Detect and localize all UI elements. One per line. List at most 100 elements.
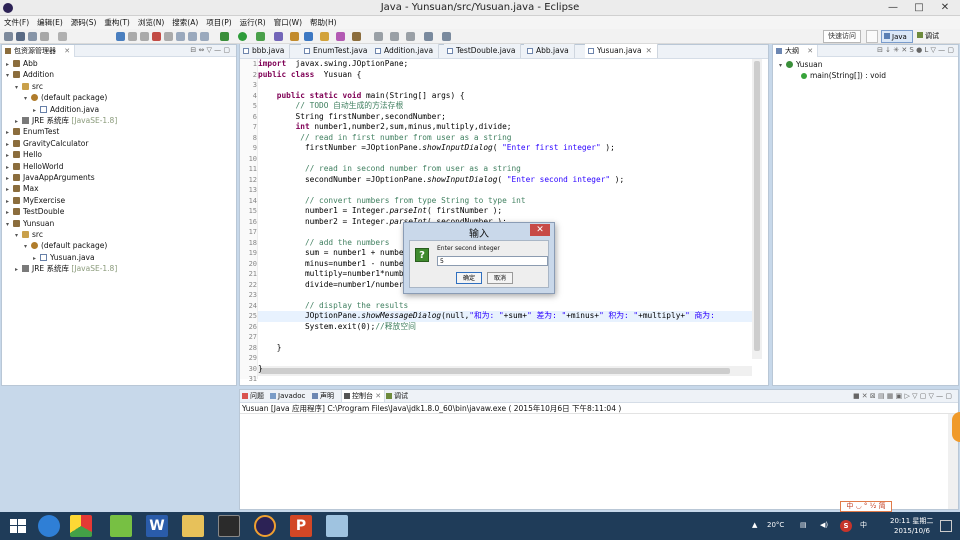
expand-toggle-icon[interactable]: ▾ (24, 241, 31, 252)
open-type-icon[interactable] (320, 32, 329, 41)
quick-access-field[interactable]: 快速访问 (823, 30, 861, 43)
tree-item[interactable]: ▸ HelloWorld (6, 161, 64, 172)
vertical-scrollbar[interactable] (752, 59, 762, 359)
perspective-debug[interactable]: 调试 (915, 30, 945, 43)
code-line[interactable]: firstNumber =JOptionPane.showInputDialog… (258, 143, 615, 154)
back-icon[interactable] (424, 32, 433, 41)
code-line[interactable]: multiply=number1*number2; (258, 269, 422, 280)
code-line[interactable]: String firstNumber,secondNumber; (258, 112, 446, 123)
tree-item[interactable]: ▸ Abb (6, 58, 38, 69)
tree-item[interactable]: ▾ (default package) (24, 240, 107, 251)
console-tab[interactable]: 调试 (384, 390, 411, 402)
view-menu-icons[interactable]: ⊟ ⇔ ▽ — ▢ (190, 46, 230, 54)
debug-icon[interactable] (220, 32, 229, 41)
search-icon[interactable] (352, 32, 361, 41)
expand-toggle-icon[interactable]: ▸ (15, 264, 22, 275)
tree-item[interactable]: ▸ JRE 系统库 [JavaSE-1.8] (15, 263, 117, 274)
new-java-project-icon[interactable] (274, 32, 283, 41)
ime-status-bar[interactable]: 中 ◡ ° ½ 简 (840, 501, 892, 512)
tree-item[interactable]: ▸ Addition.java (33, 104, 99, 115)
tab-package-explorer[interactable]: 包资源管理器 ✕ (2, 45, 76, 57)
tree-item[interactable]: ▾ Addition (6, 69, 54, 80)
expand-toggle-icon[interactable]: ▸ (6, 150, 13, 161)
tree-item[interactable]: ▸ EnumTest (6, 126, 59, 137)
code-line[interactable]: JOptionPane.showMessageDialog(null,"和为: … (258, 311, 752, 322)
tree-item[interactable]: ▸ Hello (6, 149, 42, 160)
ok-button[interactable]: 确定 (456, 272, 482, 284)
tree-item[interactable]: ▸ MyExercise (6, 195, 65, 206)
menu-navigate[interactable]: 浏览(N) (134, 16, 168, 29)
code-line[interactable]: public static void main(String[] args) { (258, 91, 465, 102)
tree-item[interactable]: ▸ Yusuan.java (33, 252, 95, 263)
horizontal-scrollbar[interactable] (258, 366, 752, 376)
tab-outline[interactable]: 大纲 ✕ (773, 45, 819, 57)
code-line[interactable]: secondNumber =JOptionPane.showInputDialo… (258, 175, 624, 186)
editor-tab[interactable]: Addition.java (372, 44, 440, 58)
weather-temp[interactable]: 20°C (767, 521, 784, 529)
editor-tab[interactable]: Yusuan.java ✕ (585, 44, 658, 58)
toggle-mark-icon[interactable] (374, 32, 383, 41)
expand-toggle-icon[interactable]: ▾ (15, 82, 22, 93)
outline-class[interactable]: ▾ Yusuan (779, 59, 822, 70)
editor-tab[interactable]: TestDouble.java (444, 44, 522, 58)
menu-search[interactable]: 搜索(A) (168, 16, 202, 29)
new-package-icon[interactable] (290, 32, 299, 41)
step-over-icon[interactable] (188, 32, 197, 41)
expand-toggle-icon[interactable]: ▸ (6, 139, 13, 150)
expand-toggle-icon[interactable]: ▸ (6, 127, 13, 138)
code-line[interactable]: // TODO 自动生成的方法存根 (258, 101, 404, 112)
close-tab-icon[interactable]: ✕ (646, 46, 652, 55)
expand-toggle-icon[interactable]: ▸ (6, 184, 13, 195)
file-explorer-icon[interactable] (182, 515, 204, 537)
tree-item[interactable]: ▾ src (15, 229, 43, 240)
save-all-icon[interactable] (28, 32, 37, 41)
menu-file[interactable]: 文件(F) (0, 16, 33, 29)
volume-icon[interactable]: ◀) (820, 521, 828, 529)
expand-toggle-icon[interactable]: ▸ (6, 207, 13, 218)
save-icon[interactable] (16, 32, 25, 41)
ime-icon[interactable]: 中 (860, 520, 867, 530)
notes-icon[interactable] (326, 515, 348, 537)
menu-project[interactable]: 项目(P) (202, 16, 235, 29)
code-line[interactable]: public class Yusuan { (258, 70, 361, 81)
code-line[interactable]: sum = number1 + number2; (258, 248, 418, 259)
code-line[interactable]: import javax.swing.JOptionPane; (258, 59, 408, 70)
sogou-icon[interactable]: S (840, 520, 852, 532)
expand-toggle-icon[interactable]: ▾ (24, 93, 31, 104)
clock-time[interactable]: 20:11 星期二 (890, 516, 933, 526)
tree-item[interactable]: ▸ JavaAppArguments (6, 172, 95, 183)
code-line[interactable]: } (258, 364, 263, 375)
step-into-icon[interactable] (176, 32, 185, 41)
dialog-input-field[interactable]: 5 (437, 256, 548, 266)
step-return-icon[interactable] (200, 32, 209, 41)
open-task-icon[interactable] (336, 32, 345, 41)
tree-item[interactable]: ▾ (default package) (24, 92, 107, 103)
eclipse-taskbar-icon[interactable] (254, 515, 276, 537)
code-line[interactable]: divide=number1/number2; (258, 280, 413, 291)
console-tab[interactable]: 控制台 ✕ (341, 390, 386, 402)
resume-icon[interactable] (128, 32, 137, 41)
expand-toggle-icon[interactable]: ▸ (33, 253, 40, 264)
expand-toggle-icon[interactable]: ▸ (33, 105, 40, 116)
code-line[interactable]: int number1,number2,sum,minus,multiply,d… (258, 122, 512, 133)
code-line[interactable]: // convert numbers from type String to t… (258, 196, 526, 207)
menu-edit[interactable]: 编辑(E) (33, 16, 67, 29)
terminal-icon[interactable] (218, 515, 240, 537)
editor-tab[interactable]: EnumTest.java (301, 44, 374, 58)
perspective-java[interactable]: Java (881, 30, 913, 43)
tray-arrow-icon[interactable]: ▲ (752, 521, 757, 529)
chrome-icon[interactable] (70, 515, 92, 537)
code-line[interactable]: number1 = Integer.parseInt( firstNumber … (258, 206, 502, 217)
expand-toggle-icon[interactable]: ▸ (6, 162, 13, 173)
skip-breakpoints-icon[interactable] (116, 32, 125, 41)
code-line[interactable]: } (258, 343, 282, 354)
print-icon[interactable] (40, 32, 49, 41)
console-toolbar-icons[interactable]: ■ ✕ ⊠ ▤ ▦ ▣ ▷ ▽ ▢ ▽ — ▢ (853, 392, 952, 400)
tree-item[interactable]: ▸ GravityCalculator (6, 138, 88, 149)
expand-toggle-icon[interactable]: ▾ (6, 70, 13, 81)
menu-window[interactable]: 窗口(W) (270, 16, 306, 29)
console-tab[interactable]: Javadoc (268, 390, 308, 402)
code-line[interactable]: // read in second number from user as a … (258, 164, 521, 175)
tree-item[interactable]: ▾ Yunsuan (6, 218, 54, 229)
clock-date[interactable]: 2015/10/6 (894, 527, 930, 535)
